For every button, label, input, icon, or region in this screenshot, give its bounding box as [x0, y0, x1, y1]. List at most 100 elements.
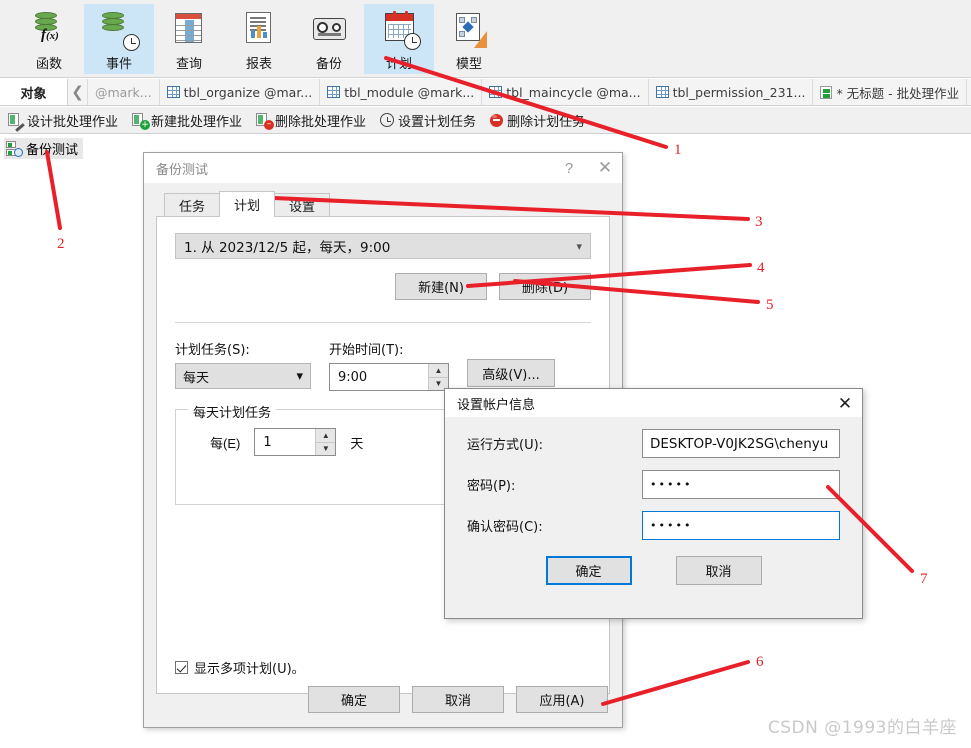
toolbar-button-set-schedule-task[interactable]: 设置计划任务 — [380, 111, 476, 130]
button-label: 高级(V)... — [482, 367, 540, 383]
start-time-label: 开始时间(T): — [329, 343, 404, 358]
backup-tape-icon — [309, 10, 349, 50]
delete-schedule-icon — [490, 113, 504, 127]
account-cancel-button[interactable]: 取消 — [675, 556, 762, 585]
document-tab[interactable]: @mark... — [88, 79, 160, 105]
ribbon-label: 计划 — [385, 57, 412, 72]
confirm-password-input[interactable]: ••••• — [642, 511, 840, 540]
toolbar-button-new-batch-job[interactable]: + 新建批处理作业 — [132, 111, 242, 130]
tab-schedule[interactable]: 计划 — [219, 191, 276, 217]
toolbar-button-delete-schedule-task[interactable]: 删除计划任务 — [490, 111, 585, 130]
confirm-password-row: 确认密码(C): ••••• — [467, 511, 840, 540]
tab-label: tbl_permission_231... — [672, 84, 806, 100]
spinner-up-icon[interactable]: ▲ — [316, 429, 336, 443]
new-schedule-button[interactable]: 新建(N) — [395, 273, 487, 300]
report-chart-icon — [239, 10, 279, 50]
document-tab-active[interactable]: * 无标题 - 批处理作业 — [813, 79, 968, 105]
button-label: 新建(N) — [418, 281, 464, 296]
ribbon-toolbar: f(x) 函数 事件 查询 报表 备份 计划 模型 — [0, 0, 971, 78]
run-as-input[interactable]: DESKTOP-V0JK2SG\chenyu — [642, 429, 840, 458]
tab-label: 计划 — [234, 199, 261, 214]
start-time-input[interactable]: 9:00 — [330, 364, 428, 390]
app-window: f(x) 函数 事件 查询 报表 备份 计划 模型 对象 ❮ @mark... … — [0, 0, 971, 748]
toolbar-button-design-batch-job[interactable]: 设计批处理作业 — [8, 111, 119, 132]
spinner-down-icon[interactable]: ▼ — [316, 442, 336, 455]
toolbar-label: 删除计划任务 — [507, 114, 586, 130]
run-as-label: 运行方式(U): — [467, 438, 544, 453]
chevron-left-icon[interactable]: ❮ — [68, 79, 88, 105]
schedule-button-row: 新建(N) 删除(D) — [175, 273, 591, 300]
chevron-down-icon[interactable]: ▾ — [576, 240, 582, 253]
tab-label: 设置 — [289, 200, 316, 215]
document-tab[interactable]: tbl_organize @mar... — [159, 79, 321, 105]
tree-item-label: 备份测试 — [26, 143, 79, 158]
password-row: 密码(P): ••••• — [467, 470, 840, 499]
dialog-titlebar[interactable]: 备份测试 ? ✕ — [144, 153, 622, 183]
close-icon[interactable]: ✕ — [828, 389, 862, 419]
schedule-list-value: 1. 从 2023/12/5 起，每天，9:00 — [184, 240, 391, 256]
every-spinner[interactable]: 1 ▲ ▼ — [254, 428, 337, 456]
batch-job-toolbar: 设计批处理作业 + 新建批处理作业 – 删除批处理作业 设置计划任务 删除计划任… — [0, 107, 971, 134]
ribbon-button-query[interactable]: 查询 — [154, 4, 224, 74]
schedule-list-combobox[interactable]: 1. 从 2023/12/5 起，每天，9:00 ▾ — [175, 233, 591, 259]
schedule-task-label: 计划任务(S): — [175, 343, 250, 358]
document-tab[interactable]: tbl_module @mark... — [320, 79, 483, 105]
ribbon-label: 查询 — [175, 57, 202, 72]
delete-schedule-button[interactable]: 删除(D) — [499, 273, 591, 300]
ribbon-label: 备份 — [315, 57, 342, 72]
chevron-down-icon[interactable]: ▾ — [296, 369, 303, 384]
tree-item-backup-test[interactable]: 备份测试 — [4, 138, 84, 159]
spinner-arrows[interactable]: ▲ ▼ — [315, 429, 336, 455]
event-db-clock-icon — [99, 10, 140, 51]
close-icon[interactable]: ✕ — [588, 153, 622, 183]
button-label: 取消 — [444, 693, 471, 709]
tab-label: * 无标题 - 批处理作业 — [836, 85, 960, 101]
run-as-row: 运行方式(U): DESKTOP-V0JK2SG\chenyu — [467, 429, 840, 458]
start-time-spinner[interactable]: 9:00 ▲ ▼ — [329, 363, 449, 391]
schedule-task-value: 每天 — [183, 370, 210, 386]
button-label: 应用(A) — [539, 693, 585, 709]
every-input[interactable]: 1 — [255, 429, 315, 455]
tab-settings[interactable]: 设置 — [274, 193, 331, 217]
spinner-up-icon[interactable]: ▲ — [429, 364, 448, 378]
button-label: 删除(D) — [521, 281, 569, 296]
divider — [175, 322, 591, 323]
account-dialog-titlebar[interactable]: 设置帐户信息 ✕ — [445, 389, 862, 417]
tab-label: 对象 — [20, 86, 47, 102]
question-mark-icon[interactable]: ? — [552, 153, 586, 183]
tab-label: tbl_organize @mar... — [183, 84, 313, 100]
account-dialog-buttons: 确定 取消 — [467, 556, 840, 585]
every-label: 每(E) — [210, 435, 241, 451]
ribbon-button-backup[interactable]: 备份 — [294, 4, 364, 74]
ribbon-button-report[interactable]: 报表 — [224, 4, 294, 74]
document-tabstrip: 对象 ❮ @mark... tbl_organize @mar... tbl_m… — [0, 79, 971, 106]
advanced-button[interactable]: 高级(V)... — [467, 359, 555, 387]
tab-label: tbl_maincycle @ma... — [506, 84, 641, 100]
ribbon-button-schedule[interactable]: 计划 — [364, 4, 434, 74]
group-title: 每天计划任务 — [188, 402, 277, 421]
ribbon-button-function[interactable]: f(x) 函数 — [14, 4, 84, 74]
schedule-calendar-clock-icon — [379, 10, 421, 50]
cancel-button[interactable]: 取消 — [412, 685, 504, 713]
schedule-task-select[interactable]: 每天 ▾ — [175, 363, 311, 389]
account-ok-button[interactable]: 确定 — [545, 556, 632, 585]
ribbon-label: 事件 — [105, 57, 132, 72]
document-tab[interactable]: tbl_permission_231... — [648, 79, 814, 105]
document-tab[interactable]: tbl_maincycle @ma... — [482, 79, 649, 105]
account-info-dialog: 设置帐户信息 ✕ 运行方式(U): DESKTOP-V0JK2SG\chenyu… — [444, 388, 863, 619]
toolbar-label: 设计批处理作业 — [27, 114, 119, 130]
ribbon-button-model[interactable]: 模型 — [434, 4, 504, 74]
toolbar-button-delete-batch-job[interactable]: – 删除批处理作业 — [256, 111, 366, 130]
ok-button[interactable]: 确定 — [308, 685, 400, 713]
new-batch-job-icon: + — [132, 112, 151, 130]
password-input[interactable]: ••••• — [642, 470, 840, 499]
clock-icon — [380, 113, 395, 127]
sidebar-tab-objects[interactable]: 对象 — [0, 79, 68, 105]
ribbon-button-event[interactable]: 事件 — [84, 4, 154, 74]
apply-button[interactable]: 应用(A) — [516, 685, 608, 713]
design-batch-job-icon — [8, 112, 25, 132]
grid-icon — [327, 86, 341, 98]
spinner-arrows[interactable]: ▲ ▼ — [428, 364, 448, 390]
button-label: 取消 — [705, 565, 732, 580]
tab-tasks[interactable]: 任务 — [164, 193, 221, 217]
